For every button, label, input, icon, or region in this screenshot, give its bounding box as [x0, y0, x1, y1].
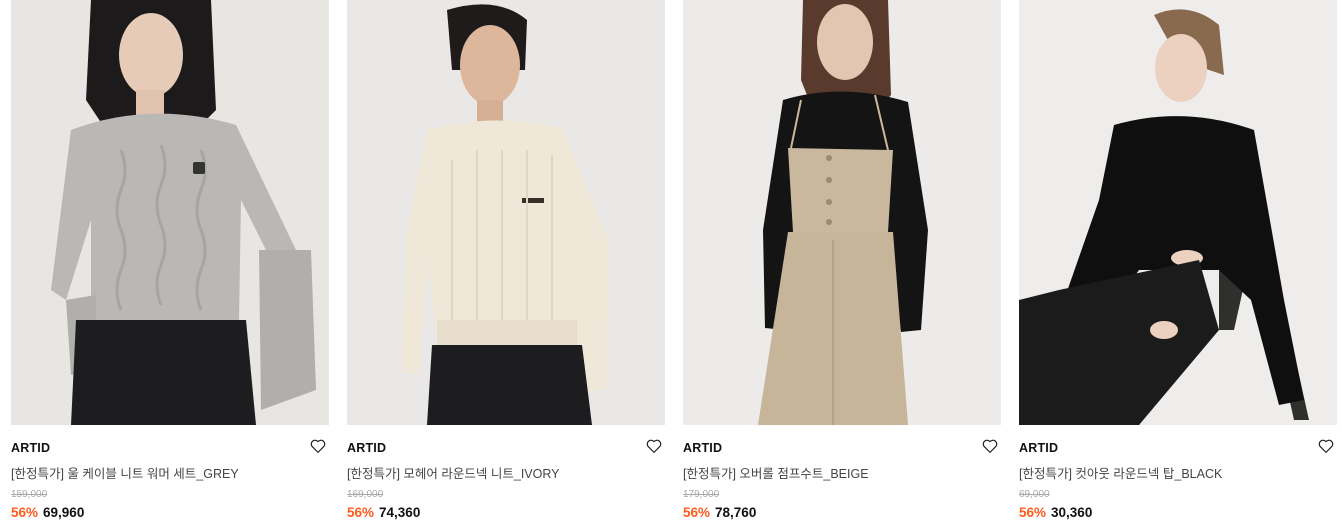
- product-grid: ARTID [한정특가] 울 케이블 니트 워머 세트_GREY 159,000…: [0, 0, 1342, 529]
- original-price: 69,000: [1019, 489, 1050, 500]
- product-image[interactable]: [1019, 0, 1337, 425]
- product-title[interactable]: [한정특가] 오버롤 점프수트_BEIGE: [683, 463, 869, 482]
- product-card[interactable]: ARTID [한정특가] 컷아웃 라운드넥 탑_BLACK 69,000 56%…: [1019, 0, 1337, 529]
- brand-name[interactable]: ARTID: [11, 441, 50, 455]
- product-card[interactable]: ARTID [한정특가] 모헤어 라운드넥 니트_IVORY 169,000 5…: [347, 0, 665, 529]
- original-price: 169,000: [347, 489, 384, 500]
- product-photo-ivory-knit: [347, 0, 665, 425]
- original-price: 179,000: [683, 489, 720, 500]
- discount-rate: 56%: [683, 505, 711, 520]
- heart-outline-icon[interactable]: [1317, 437, 1335, 455]
- product-photo-beige-jumpsuit: [683, 0, 1001, 425]
- product-image[interactable]: [11, 0, 329, 425]
- discount-rate: 56%: [11, 505, 39, 520]
- sale-price: 69,960: [43, 505, 85, 520]
- brand-name[interactable]: ARTID: [1019, 441, 1058, 455]
- product-image[interactable]: [347, 0, 665, 425]
- brand-name[interactable]: ARTID: [683, 441, 722, 455]
- product-title[interactable]: [한정특가] 컷아웃 라운드넥 탑_BLACK: [1019, 463, 1222, 482]
- heart-outline-icon[interactable]: [309, 437, 327, 455]
- product-title[interactable]: [한정특가] 울 케이블 니트 워머 세트_GREY: [11, 463, 239, 482]
- product-card[interactable]: ARTID [한정특가] 오버롤 점프수트_BEIGE 179,000 56% 7…: [683, 0, 1001, 529]
- sale-price-line: 56% 30,360: [1019, 505, 1092, 520]
- heart-outline-icon[interactable]: [981, 437, 999, 455]
- original-price: 159,000: [11, 489, 48, 500]
- discount-rate: 56%: [347, 505, 375, 520]
- product-card[interactable]: ARTID [한정특가] 울 케이블 니트 워머 세트_GREY 159,000…: [11, 0, 329, 529]
- sale-price: 78,760: [715, 505, 757, 520]
- product-image[interactable]: [683, 0, 1001, 425]
- sale-price-line: 56% 69,960: [11, 505, 84, 520]
- brand-name[interactable]: ARTID: [347, 441, 386, 455]
- discount-rate: 56%: [1019, 505, 1047, 520]
- sale-price-line: 56% 78,760: [683, 505, 756, 520]
- product-photo-grey-knit: [11, 0, 329, 425]
- sale-price: 30,360: [1051, 505, 1093, 520]
- sale-price: 74,360: [379, 505, 421, 520]
- product-title[interactable]: [한정특가] 모헤어 라운드넥 니트_IVORY: [347, 463, 560, 482]
- product-photo-black-top: [1019, 0, 1337, 425]
- heart-outline-icon[interactable]: [645, 437, 663, 455]
- sale-price-line: 56% 74,360: [347, 505, 420, 520]
